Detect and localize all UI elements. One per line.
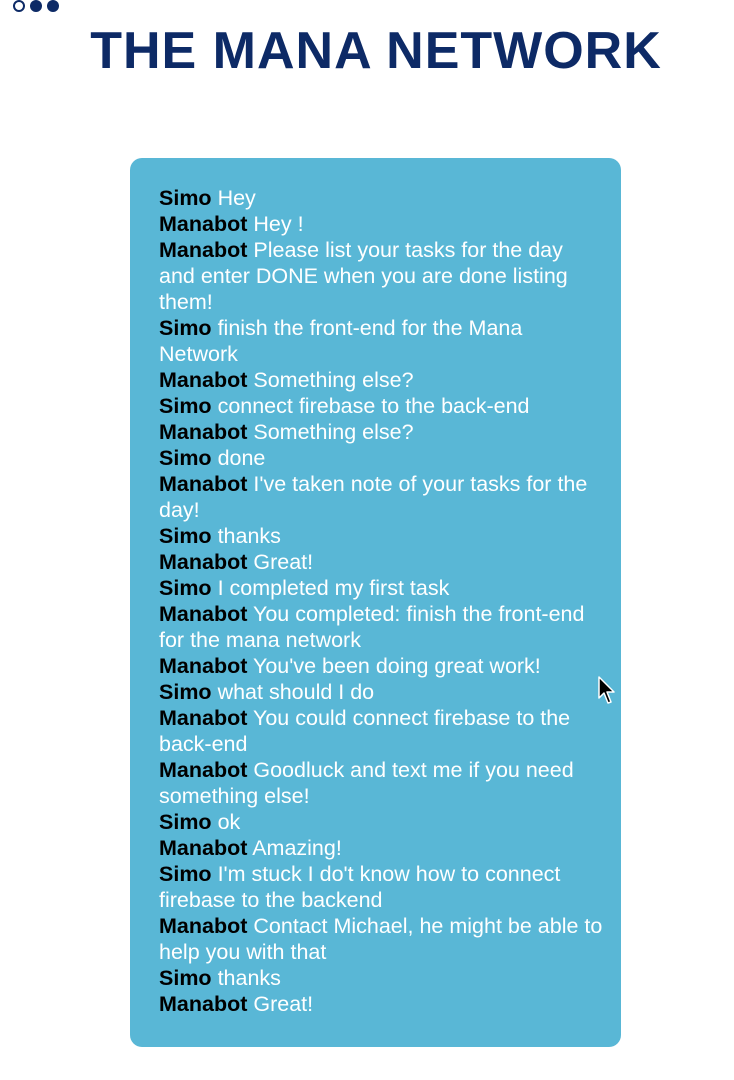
message-text: I'm stuck I do't know how to connect fir… [159, 862, 561, 912]
message-text: Hey ! [253, 212, 304, 236]
page-title: THE MANA NETWORK [90, 22, 662, 80]
chat-panel: Simo Hey Manabot Hey ! Manabot Please list… [130, 158, 621, 1047]
chat-message: Simo thanks [159, 523, 603, 549]
chat-message: Simo connect firebase to the back-end [159, 393, 603, 419]
three-dots-logo-icon [13, 0, 59, 12]
message-text: Hey [217, 186, 256, 210]
chat-message: Simo finish the front-end for the Mana N… [159, 315, 603, 367]
message-speaker: Simo [159, 524, 212, 548]
chat-message: Manabot Contact Michael, he might be abl… [159, 913, 603, 965]
chat-message: Manabot Something else? [159, 419, 603, 445]
message-text: done [217, 446, 266, 470]
message-text: thanks [217, 524, 281, 548]
chat-message-list: Simo Hey Manabot Hey ! Manabot Please list… [159, 185, 603, 1017]
chat-message: Manabot Great! [159, 991, 603, 1017]
chat-message: Manabot Amazing! [159, 835, 603, 861]
message-speaker: Simo [159, 316, 212, 340]
message-speaker: Manabot [159, 654, 248, 678]
chat-message: Manabot Please list your tasks for the d… [159, 237, 603, 315]
message-speaker: Simo [159, 446, 212, 470]
message-speaker: Simo [159, 862, 212, 886]
chat-message: Manabot You completed: finish the front-… [159, 601, 603, 653]
message-speaker: Manabot [159, 706, 248, 730]
chat-message: Simo Hey [159, 185, 603, 211]
message-text: connect firebase to the back-end [217, 394, 530, 418]
message-speaker: Manabot [159, 992, 248, 1016]
chat-message: Manabot Great! [159, 549, 603, 575]
chat-message: Simo I'm stuck I do't know how to connec… [159, 861, 603, 913]
message-text: thanks [217, 966, 281, 990]
message-speaker: Manabot [159, 914, 248, 938]
message-speaker: Manabot [159, 212, 248, 236]
message-speaker: Manabot [159, 602, 248, 626]
chat-message: Simo ok [159, 809, 603, 835]
chat-message: Manabot Goodluck and text me if you need… [159, 757, 603, 809]
message-speaker: Manabot [159, 472, 248, 496]
chat-message: Simo I completed my first task [159, 575, 603, 601]
message-speaker: Simo [159, 576, 212, 600]
message-text: Great! [253, 992, 314, 1016]
message-speaker: Manabot [159, 238, 248, 262]
message-text: ok [217, 810, 241, 834]
message-text: Great! [253, 550, 314, 574]
chat-message: Manabot You've been doing great work! [159, 653, 603, 679]
message-speaker: Simo [159, 966, 212, 990]
chat-message: Simo done [159, 445, 603, 471]
mouse-pointer-icon [598, 676, 615, 704]
message-speaker: Simo [159, 810, 212, 834]
message-speaker: Manabot [159, 836, 248, 860]
message-text: I completed my first task [217, 576, 450, 600]
message-text: finish the front-end for the Mana Networ… [159, 316, 523, 366]
message-speaker: Simo [159, 394, 212, 418]
message-text: Something else? [253, 420, 414, 444]
chat-message: Manabot You could connect firebase to th… [159, 705, 603, 757]
chat-message: Manabot Something else? [159, 367, 603, 393]
message-text: what should I do [217, 680, 375, 704]
chat-message: Manabot I've taken note of your tasks fo… [159, 471, 603, 523]
chat-message: Simo thanks [159, 965, 603, 991]
message-speaker: Manabot [159, 368, 248, 392]
message-speaker: Simo [159, 186, 212, 210]
message-speaker: Manabot [159, 758, 248, 782]
message-speaker: Manabot [159, 550, 248, 574]
message-speaker: Simo [159, 680, 212, 704]
message-speaker: Manabot [159, 420, 248, 444]
chat-message: Manabot Hey ! [159, 211, 603, 237]
message-text: Amazing! [252, 836, 342, 860]
chat-message: Simo what should I do [159, 679, 603, 705]
message-text: You've been doing great work! [252, 654, 541, 678]
message-text: Something else? [253, 368, 414, 392]
